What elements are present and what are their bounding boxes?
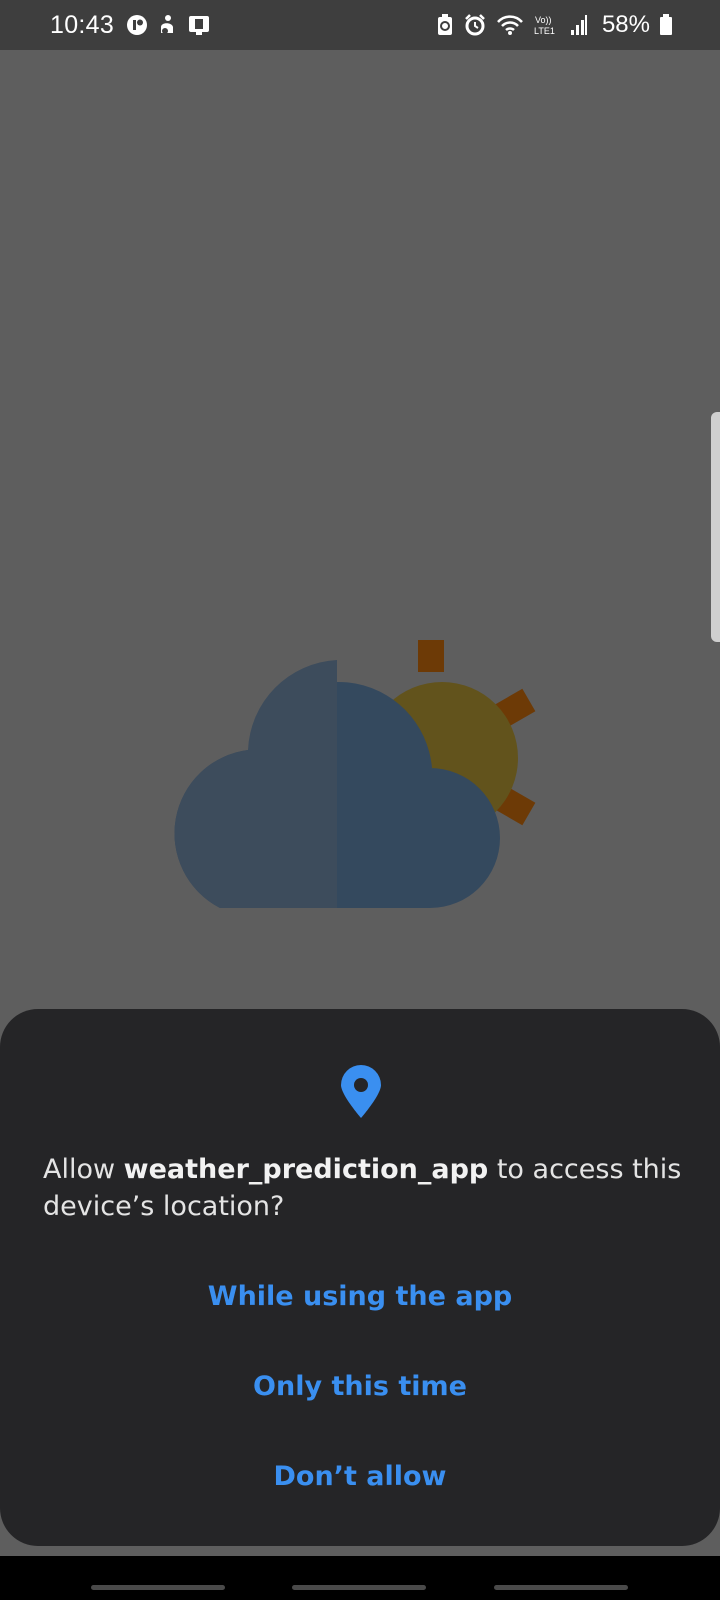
location-pin-icon [340,1065,382,1119]
while-using-app-button[interactable]: While using the app [0,1262,720,1332]
signal-icon [570,14,588,36]
svg-text:Vo)): Vo)) [535,15,552,25]
edge-panel-handle[interactable] [711,412,720,642]
svg-text:LTE1: LTE1 [534,26,555,36]
accessibility-icon [158,14,176,36]
status-time: 10:43 [50,10,115,39]
permission-message: Allow weather_prediction_app to access t… [43,1151,683,1225]
message-prefix: Allow [43,1154,124,1185]
status-right-icons: Vo)) LTE1 58% [436,11,672,39]
battery-icon [660,14,672,36]
nav-gesture-hint-left[interactable] [91,1585,225,1590]
app-name: weather_prediction_app [123,1154,489,1185]
only-this-time-button[interactable]: Only this time [0,1352,720,1422]
nav-gesture-hint-right[interactable] [494,1585,628,1590]
device-icon [186,14,212,36]
partly-cloudy-icon [150,640,570,940]
nav-gesture-hint-center[interactable] [292,1585,426,1590]
battery-percent: 58% [601,11,650,38]
status-bar: 10:43 Vo)) LTE1 58% [0,0,720,50]
alarm-icon [464,14,486,36]
navigation-bar [0,1556,720,1600]
status-left-icons [126,14,212,36]
app-notification-icon [126,14,148,36]
dont-allow-button[interactable]: Don’t allow [0,1442,720,1512]
screen: 10:43 Vo)) LTE1 58% Allow weather_predic… [0,0,720,1600]
volte-lte-icon: Vo)) LTE1 [534,13,560,37]
location-permission-dialog: Allow weather_prediction_app to access t… [0,1009,720,1546]
wifi-icon [496,14,524,36]
battery-saver-icon [436,14,454,36]
